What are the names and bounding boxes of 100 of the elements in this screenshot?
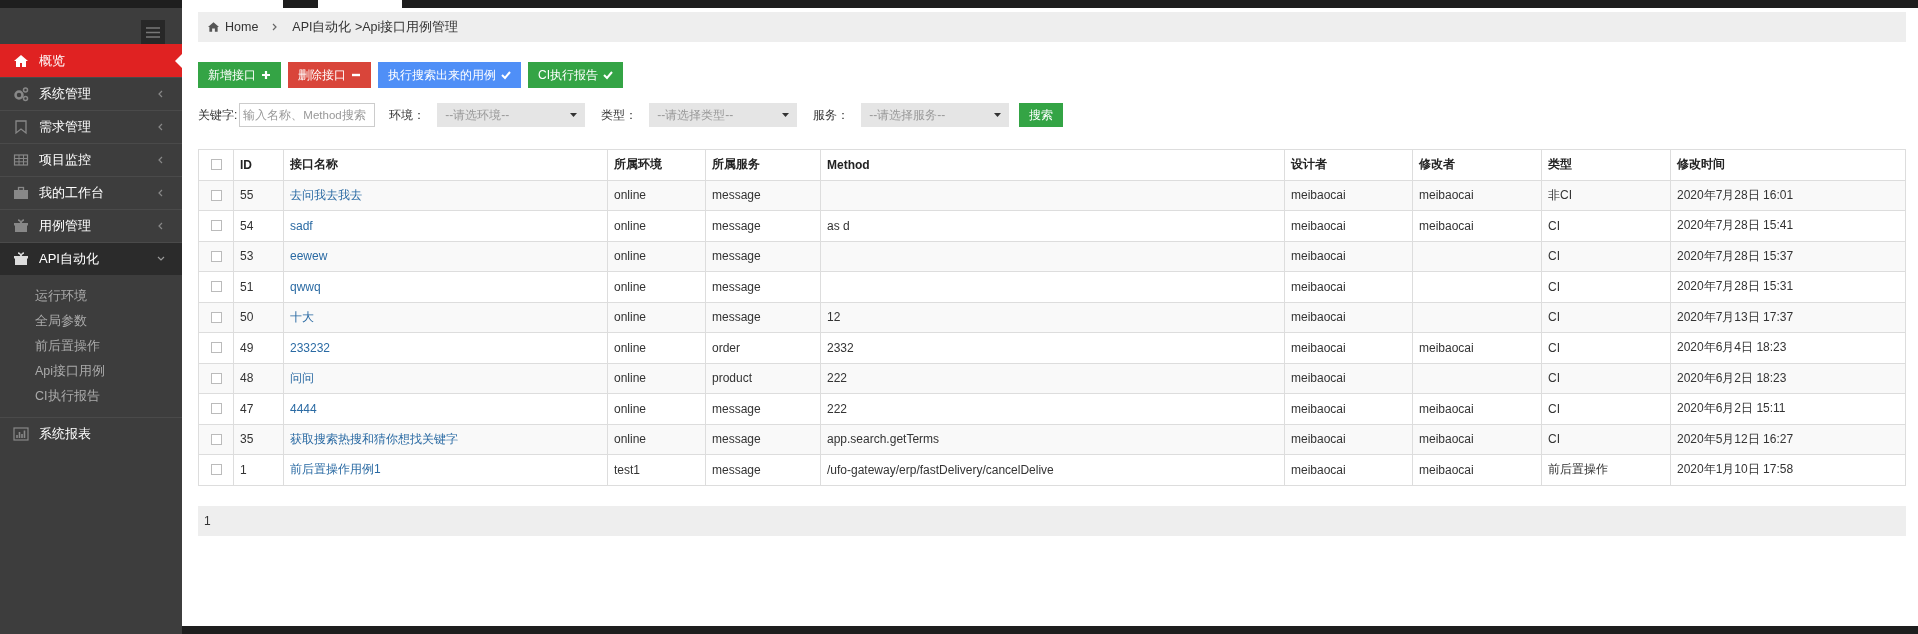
table-cell: 2020年7月28日 15:31 [1677,279,1794,294]
case-name-link[interactable]: 4444 [290,401,317,416]
row-checkbox[interactable] [210,464,222,476]
case-name-link[interactable]: 十大 [290,309,314,324]
chevron-left-icon [157,155,165,165]
sidebar-item[interactable]: API自动化 [0,242,182,275]
table-cell: 54 [240,218,254,233]
sidebar-item[interactable]: 我的工作台 [0,176,182,209]
toolbar-button[interactable]: 执行搜索出来的用例 [378,62,521,88]
table-cell: message [712,432,761,447]
submenu-item[interactable]: Api接口用例 [35,359,106,384]
row-checkbox[interactable] [210,433,222,445]
search-button[interactable]: 搜索 [1019,103,1064,127]
sidebar-item[interactable]: 系统报表 [0,417,182,450]
case-name-link[interactable]: qwwq [290,279,321,294]
submenu-item[interactable]: 运行环境 [35,284,87,309]
column-header: ID [240,157,252,172]
table-cell: 2020年7月13日 17:37 [1677,309,1794,324]
check-icon [603,70,613,80]
table-cell: meibaocai [1291,310,1346,325]
row-checkbox[interactable] [210,372,222,384]
table-cell: 非CI [1548,187,1572,202]
table-cell: message [712,188,761,203]
breadcrumb-link[interactable]: API自动化 >Api接口用例管理 [292,18,459,36]
row-checkbox[interactable] [210,281,222,293]
breadcrumb-link[interactable]: Home [225,20,259,34]
table-cell: meibaocai [1291,401,1346,416]
table-cell: online [614,218,647,233]
table-cell: meibaocai [1291,371,1346,386]
table-cell: CI [1548,371,1560,386]
row-checkbox[interactable] [210,189,222,201]
table-cell: message [712,462,761,477]
submenu-item[interactable]: 前后置操作 [35,334,100,359]
table-cell: CI [1548,340,1560,355]
sidebar-item[interactable]: 项目监控 [0,143,182,176]
table-cell: meibaocai [1291,432,1346,447]
submenu-item[interactable]: 全局参数 [35,309,87,334]
sidebar-item[interactable]: 概览 [0,44,182,77]
table-cell: message [712,249,761,264]
table-cell: online [614,432,647,447]
keyword-field[interactable]: 输入名称、Method搜索 [239,103,376,127]
toolbar-button[interactable]: 新增接口 [198,62,281,88]
table-cell: test1 [614,462,640,477]
submenu-item[interactable]: CI执行报告 [35,384,100,409]
row-checkbox[interactable] [210,250,222,262]
table-cell: 222 [827,401,848,416]
case-name-link[interactable]: eewew [290,249,328,264]
case-name-link[interactable]: 去问我去我去 [290,187,362,202]
row-checkbox[interactable] [210,403,222,415]
menu-icon [146,26,160,38]
toolbar-button[interactable]: 删除接口 [288,62,371,88]
table-cell: meibaocai [1291,462,1346,477]
table-cell: online [614,371,647,386]
table-cell: CI [1548,218,1560,233]
table-cell: product [712,371,753,386]
table-cell: 50 [240,310,254,325]
gears-icon [13,86,29,102]
table-cell: CI [1548,401,1560,416]
table-cell: 1 [240,462,247,477]
table-cell: online [614,340,647,355]
chevron-right-icon [272,23,279,31]
toolbar-button[interactable]: CI执行报告 [528,62,623,88]
gift-icon [13,251,29,267]
table-cell: 12 [827,310,841,325]
row-checkbox[interactable] [210,311,222,323]
table-cell: message [712,218,761,233]
chevron-left-icon [157,188,165,198]
menu-toggle-button[interactable] [141,20,165,44]
table-cell: 2020年5月12日 16:27 [1677,431,1794,446]
case-name-link[interactable]: 233232 [290,340,331,355]
table-cell: /ufo-gateway/erp/fastDelivery/cancelDelive [827,462,1054,477]
row-checkbox[interactable] [210,342,222,354]
table-cell: app.search.getTerms [827,432,940,447]
column-header: 修改时间 [1677,157,1725,172]
column-header: 类型 [1548,157,1572,172]
case-name-link[interactable]: sadf [290,218,313,233]
table-cell: CI [1548,249,1560,264]
page-number[interactable]: 1 [204,513,211,528]
table-cell: 2020年1月10日 17:58 [1677,462,1794,477]
table-cell: 前后置操作 [1548,462,1608,477]
table-cell: online [614,401,647,416]
table-cell: online [614,310,647,325]
column-header: 修改者 [1419,157,1455,172]
chevron-left-icon [157,221,165,231]
column-header: 设计者 [1291,157,1327,172]
caret-down-icon [570,113,578,117]
table-cell: message [712,401,761,416]
chevron-left-icon [157,122,165,132]
briefcase-icon [13,185,29,201]
table-cell: 2020年7月28日 16:01 [1677,187,1794,202]
case-name-link[interactable]: 前后置操作用例1 [290,462,381,477]
table-cell: 222 [827,371,848,386]
table-cell: meibaocai [1291,218,1346,233]
table-cell: meibaocai [1419,340,1474,355]
table-cell: online [614,279,647,294]
table-cell: meibaocai [1419,188,1474,203]
keyword-label: 关键字: [198,106,238,124]
select-all-checkbox[interactable] [210,159,222,171]
row-checkbox[interactable] [210,220,222,232]
case-name-link[interactable]: 问问 [290,370,314,385]
